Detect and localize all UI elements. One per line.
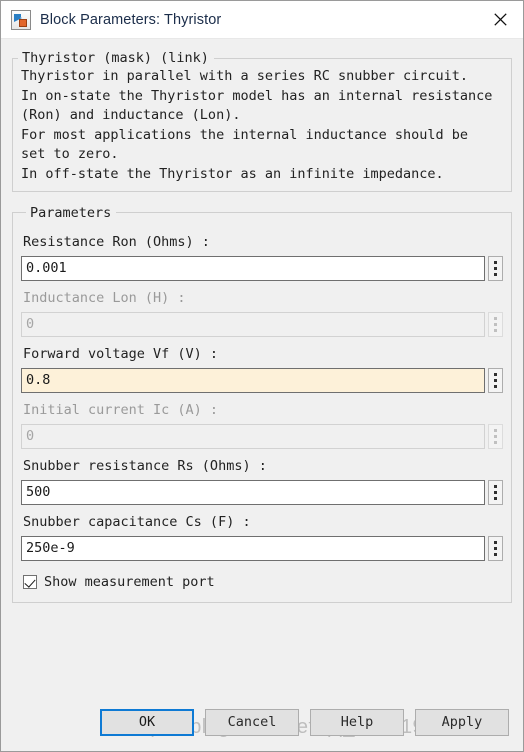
stepper-inductance-lon [488,311,503,337]
field-row-snubber-resistance-rs: 500 [21,479,503,505]
block-parameters-dialog: Block Parameters: Thyristor Thyristor (m… [0,0,524,752]
label-inductance-lon: Inductance Lon (H) : [23,289,186,306]
input-initial-current-ic: 0 [21,423,485,449]
label-forward-voltage-vf: Forward voltage Vf (V) : [23,345,219,362]
checkbox-show-measurement-port[interactable]: Show measurement port [23,574,503,590]
dialog-footer: https://blog.csdn.net/qq_33851926 OK Can… [1,699,523,751]
description-text: Thyristor in parallel with a series RC s… [21,68,493,182]
stepper-resistance-ron[interactable] [488,255,503,281]
stepper-snubber-capacitance-cs[interactable] [488,535,503,561]
ok-button[interactable]: OK [100,708,194,736]
dialog-body: Thyristor (mask) (link) Thyristor in par… [1,39,523,699]
checkbox-label: Show measurement port [44,573,215,590]
input-inductance-lon: 0 [21,311,485,337]
parameters-group: Parameters Resistance Ron (Ohms) : 0.001… [12,204,512,603]
help-button[interactable]: Help [310,708,404,736]
label-initial-current-ic: Initial current Ic (A) : [23,401,219,418]
apply-button[interactable]: Apply [415,708,509,736]
field-row-initial-current-ic: 0 [21,423,503,449]
field-row-inductance-lon: 0 [21,311,503,337]
close-icon[interactable] [477,1,523,39]
input-snubber-resistance-rs[interactable]: 500 [21,479,485,505]
simulink-block-icon [11,9,31,30]
label-snubber-capacitance-cs: Snubber capacitance Cs (F) : [23,513,251,530]
stepper-snubber-resistance-rs[interactable] [488,479,503,505]
input-resistance-ron[interactable]: 0.001 [21,255,485,281]
field-row-forward-voltage-vf: 0.8 [21,367,503,393]
field-row-resistance-ron: 0.001 [21,255,503,281]
label-snubber-resistance-rs: Snubber resistance Rs (Ohms) : [23,457,267,474]
stepper-forward-voltage-vf[interactable] [488,367,503,393]
input-snubber-capacitance-cs[interactable]: 250e-9 [21,535,485,561]
description-legend: Thyristor (mask) (link) [22,50,209,66]
parameters-legend: Parameters [30,204,112,221]
stepper-initial-current-ic [488,423,503,449]
window-title: Block Parameters: Thyristor [40,11,222,28]
input-forward-voltage-vf[interactable]: 0.8 [21,367,485,393]
description-group: Thyristor (mask) (link) Thyristor in par… [12,50,512,192]
label-resistance-ron: Resistance Ron (Ohms) : [23,233,210,250]
cancel-button[interactable]: Cancel [205,708,299,736]
checkmark-icon [23,574,37,589]
title-bar: Block Parameters: Thyristor [1,1,523,39]
field-row-snubber-capacitance-cs: 250e-9 [21,535,503,561]
